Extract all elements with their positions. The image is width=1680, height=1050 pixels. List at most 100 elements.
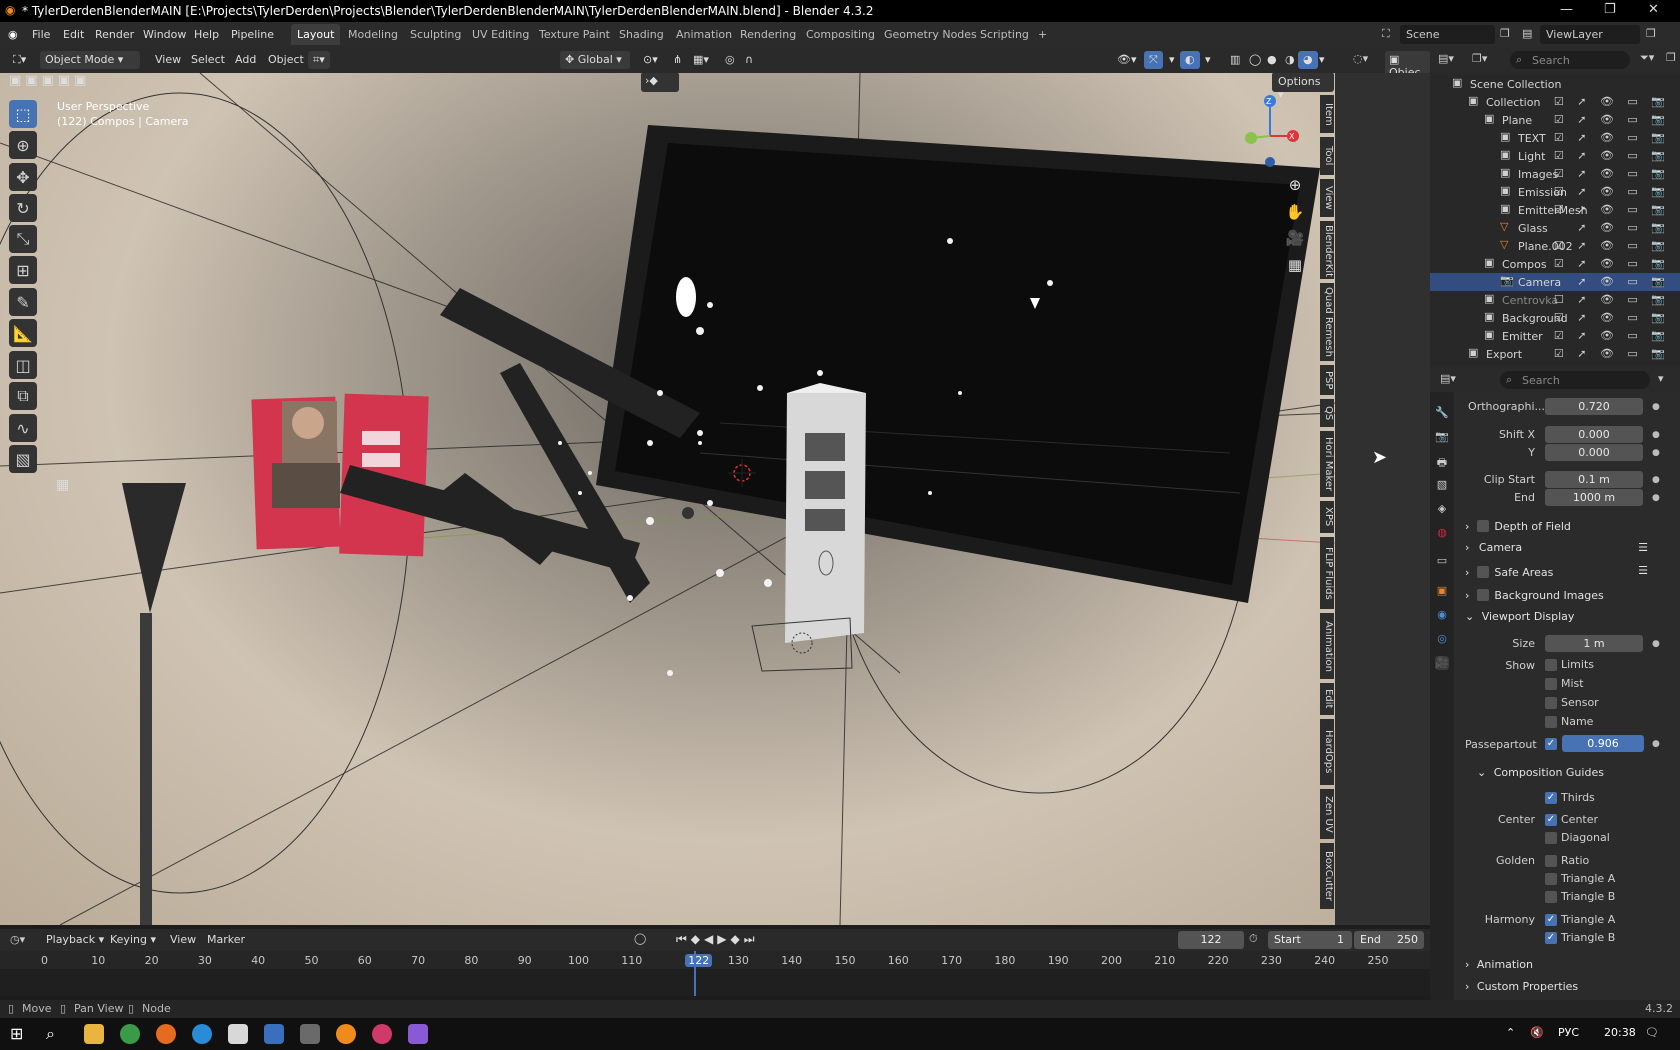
visibility-icon[interactable]: 👁▾ bbox=[1112, 51, 1142, 69]
viewport-menu-view[interactable]: View bbox=[150, 51, 186, 69]
outliner-row[interactable]: ▣ Light ☑ ➚ 👁 ▭ 📷 bbox=[1430, 147, 1680, 165]
snap-options-icon[interactable]: ⌗▾ bbox=[308, 51, 330, 69]
transform-tool-icon[interactable]: ⊞ bbox=[9, 256, 37, 284]
timeline-menu-playback[interactable]: Playback ▾ bbox=[46, 933, 104, 946]
menu-edit[interactable]: Edit bbox=[63, 28, 84, 41]
viewport-menu-object[interactable]: Object bbox=[263, 51, 309, 69]
add-cube-tool-icon[interactable]: ◫ bbox=[9, 351, 37, 379]
visibility-toggles[interactable]: ☐ ➚ 👁 ▭ 📷 bbox=[1554, 293, 1670, 306]
panel-animation[interactable]: › Animation bbox=[1465, 955, 1670, 975]
minimize-icon[interactable]: — bbox=[1560, 2, 1573, 17]
output-tab-icon[interactable]: 🖶 bbox=[1435, 454, 1449, 469]
visibility-toggles[interactable]: ☑ ➚ 👁 ▭ 📷 bbox=[1554, 95, 1670, 108]
collection-tab-icon[interactable]: ▭ bbox=[1435, 554, 1449, 568]
visibility-toggles[interactable]: ☑ ➚ 👁 ▭ 📷 bbox=[1554, 149, 1670, 162]
sidebar-tab-hori-maker[interactable]: Hori Maker bbox=[1320, 431, 1334, 497]
view-layer-tab-icon[interactable]: ▧ bbox=[1435, 478, 1449, 492]
sidebar-tab-qs[interactable]: QS bbox=[1320, 399, 1334, 427]
thirds-checkbox[interactable]: ✓ bbox=[1545, 792, 1557, 804]
sidebar-tab-psp[interactable]: PSP bbox=[1320, 365, 1334, 395]
passepartout-alpha-field[interactable]: 0.906 bbox=[1562, 735, 1644, 752]
visibility-toggles[interactable]: ☑ ➚ 👁 ▭ 📷 bbox=[1554, 311, 1670, 324]
sidebar-tab-hardops[interactable]: HardOps bbox=[1320, 719, 1334, 785]
presets-icon[interactable]: ☰ bbox=[1638, 541, 1648, 554]
golden-triangle-a-checkbox[interactable] bbox=[1545, 873, 1557, 885]
visibility-toggles[interactable]: ☑ ➚ 👁 ▭ 📷 bbox=[1554, 113, 1670, 126]
panel-background-images[interactable]: › Background Images bbox=[1465, 584, 1670, 604]
passepartout-checkbox[interactable]: ✓ bbox=[1545, 738, 1557, 750]
orientation-selector[interactable]: ✥ Global ▾ bbox=[560, 51, 630, 69]
visibility-toggles[interactable]: ➚ 👁 ▭ 📷 bbox=[1577, 221, 1670, 234]
sidebar-tab-edit[interactable]: Edit bbox=[1320, 683, 1334, 715]
center-checkbox[interactable]: ✓ bbox=[1545, 814, 1557, 826]
pan-hand-icon[interactable]: ✋ bbox=[1283, 200, 1307, 224]
dof-checkbox[interactable] bbox=[1476, 520, 1489, 532]
outliner-row[interactable]: 📷 Camera ➚ 👁 ▭ 📷 bbox=[1430, 273, 1680, 291]
outliner-row[interactable]: ▣ Images ☑ ➚ 👁 ▭ 📷 bbox=[1430, 165, 1680, 183]
modifier-tab-icon[interactable]: ◉ bbox=[1435, 608, 1449, 622]
tab-texture-paint[interactable]: Texture Paint bbox=[533, 24, 616, 45]
tab-sculpting[interactable]: Sculpting bbox=[404, 24, 467, 45]
snap-target-icon[interactable]: ▦▾ bbox=[688, 51, 714, 69]
sidebar-tab-xps[interactable]: XPS bbox=[1320, 501, 1334, 533]
solid-shading-icon[interactable]: ● bbox=[1262, 51, 1282, 69]
viewport-toggle-icon[interactable]: ›◆ bbox=[641, 73, 679, 92]
timeline-editor-icon[interactable]: ◷▾ bbox=[10, 933, 25, 946]
shading-dropdown-icon[interactable]: ▾ bbox=[1314, 51, 1330, 69]
add-object-tool-icon[interactable]: ⧉ bbox=[9, 382, 37, 410]
view-layer-selector[interactable]: ViewLayer bbox=[1540, 25, 1640, 44]
falloff-icon[interactable]: ∩ bbox=[740, 51, 758, 69]
volume-icon[interactable]: 🔇 bbox=[1530, 1026, 1544, 1039]
menu-help[interactable]: Help bbox=[194, 28, 219, 41]
gizmo-toggle-icon[interactable]: ⤧ bbox=[1144, 51, 1163, 69]
blender-menu-icon[interactable]: ◉ bbox=[8, 28, 18, 41]
3d-viewport[interactable]: User Perspective (122) Compos | Camera ▣… bbox=[0, 73, 1335, 925]
outliner-row[interactable]: ▣ Scene Collection bbox=[1430, 75, 1680, 93]
scale-tool-icon[interactable]: ⤡ bbox=[9, 225, 37, 253]
menu-render[interactable]: Render bbox=[95, 28, 134, 41]
tool-tab-icon[interactable]: 🔧 bbox=[1435, 406, 1449, 420]
visibility-toggles[interactable]: ☑ ➚ 👁 ▭ 📷 bbox=[1554, 329, 1670, 342]
taskbar-search-icon[interactable]: ⌕ bbox=[46, 1024, 55, 1044]
new-collection-icon[interactable]: ❐ bbox=[1666, 51, 1676, 64]
outliner-row[interactable]: ▽ Glass ➚ 👁 ▭ 📷 bbox=[1430, 219, 1680, 237]
harmony-triangle-a-checkbox[interactable]: ✓ bbox=[1545, 914, 1557, 926]
app-icon-2[interactable] bbox=[264, 1024, 284, 1044]
sensor-checkbox[interactable] bbox=[1545, 697, 1557, 709]
close-icon[interactable]: ✕ bbox=[1648, 2, 1659, 17]
edge-icon[interactable] bbox=[192, 1024, 212, 1044]
ratio-checkbox[interactable] bbox=[1545, 855, 1557, 867]
start-frame-field[interactable]: Start 1 bbox=[1268, 931, 1352, 949]
chrome-icon[interactable] bbox=[120, 1024, 140, 1044]
blender-taskbar-icon[interactable] bbox=[336, 1024, 356, 1044]
cursor-tool-icon[interactable]: ⊕ bbox=[9, 131, 37, 159]
safe-areas-checkbox[interactable] bbox=[1476, 566, 1489, 578]
shift-x-field[interactable]: 0.000 bbox=[1545, 426, 1643, 443]
select-box-tool-icon[interactable]: ⬚ bbox=[9, 100, 37, 128]
auto-key-icon[interactable]: ◯ bbox=[634, 932, 646, 945]
panel-viewport-display[interactable]: ⌄ Viewport Display bbox=[1465, 607, 1670, 627]
timeline-menu-marker[interactable]: Marker bbox=[207, 933, 245, 946]
presets-icon[interactable]: ☰ bbox=[1638, 564, 1648, 577]
select-mode-icons[interactable]: ▣▣▣▣▣ bbox=[9, 73, 90, 88]
windows-start-icon[interactable]: ⊞ bbox=[10, 1024, 23, 1043]
addon-tool-icon[interactable]: ▦ bbox=[56, 477, 69, 493]
outliner-row[interactable]: ▣ Compos ☑ ➚ 👁 ▭ 📷 bbox=[1430, 255, 1680, 273]
timeline-area[interactable]: 0 10 20 30 40 50 60 70 80 90 100 110 122 130 140 150 160… bbox=[0, 951, 1430, 996]
world-tab-icon[interactable]: ◍ bbox=[1435, 526, 1449, 540]
panel-camera[interactable]: › Camera ☰ bbox=[1465, 538, 1670, 558]
image-tool-icon[interactable]: ▧ bbox=[9, 445, 37, 473]
mist-checkbox[interactable] bbox=[1545, 678, 1557, 690]
new-scene-icon[interactable]: ❐ bbox=[1500, 27, 1510, 40]
outliner-row[interactable]: ▣ Export ☑ ➚ 👁 ▭ 📷 bbox=[1430, 345, 1680, 363]
proportional-edit-icon[interactable]: ◎ bbox=[720, 51, 740, 69]
scene-selector[interactable]: Scene bbox=[1400, 25, 1495, 44]
sidebar-tab-animation[interactable]: Animation bbox=[1320, 613, 1334, 679]
outliner-editor-icon[interactable]: ▤▾ bbox=[1438, 52, 1454, 65]
firefox-icon[interactable] bbox=[156, 1024, 176, 1044]
menu-pipeline[interactable]: Pipeline bbox=[231, 28, 274, 41]
shift-y-field[interactable]: 0.000 bbox=[1545, 444, 1643, 461]
outliner-row[interactable]: ▣ Centrovka ☐ ➚ 👁 ▭ 📷 bbox=[1430, 291, 1680, 309]
visibility-toggles[interactable]: ☑ ➚ 👁 ▭ 📷 bbox=[1554, 185, 1670, 198]
pivot-icon[interactable]: ⊙▾ bbox=[638, 51, 663, 69]
